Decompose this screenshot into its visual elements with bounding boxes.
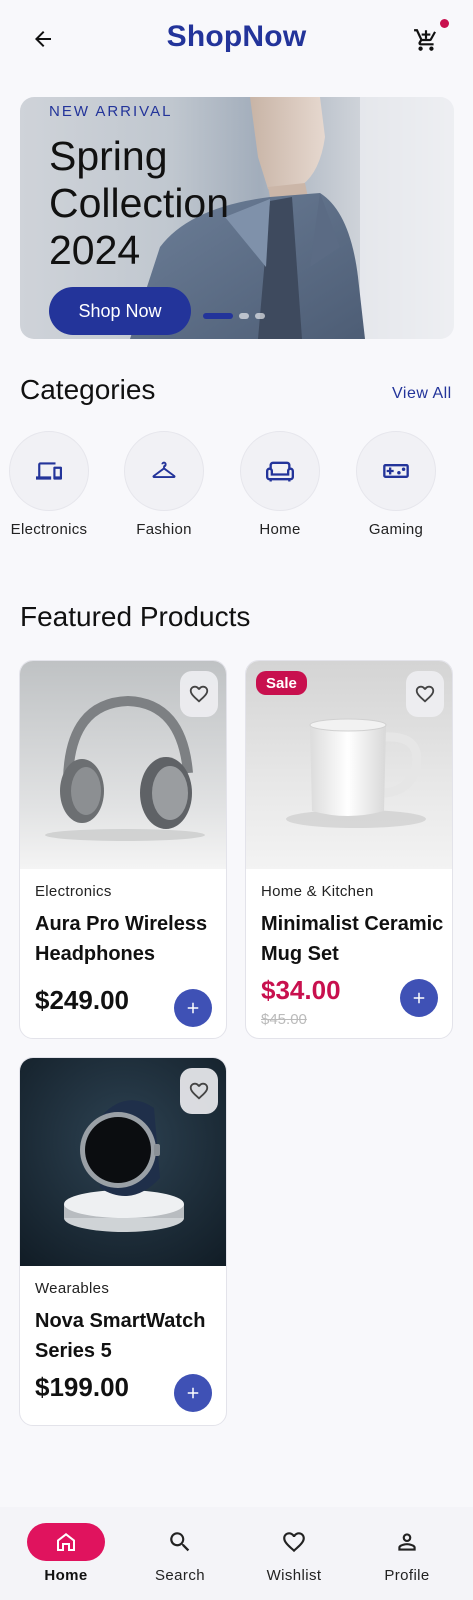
hanger-icon xyxy=(152,461,176,478)
back-button[interactable] xyxy=(28,24,58,54)
heart-outline-icon xyxy=(189,685,209,703)
nav-label: Home xyxy=(44,1567,88,1584)
hero-banner[interactable]: NEW ARRIVAL Spring Collection 2024 Shop … xyxy=(20,97,454,339)
plus-icon xyxy=(187,1002,199,1014)
nav-label: Search xyxy=(155,1567,205,1584)
category-icon-circle xyxy=(124,431,204,511)
category-home[interactable]: Home xyxy=(222,431,338,538)
nav-profile[interactable]: Profile xyxy=(348,1523,466,1584)
nav-search[interactable]: Search xyxy=(121,1523,239,1584)
cart-button[interactable] xyxy=(410,24,442,56)
cart-notification-dot xyxy=(440,19,449,28)
devices-icon xyxy=(36,462,62,480)
bottom-navigation: Home Search Wishlist Profile xyxy=(0,1507,473,1600)
sofa-icon xyxy=(266,461,294,482)
view-all-link[interactable]: View All xyxy=(392,385,452,403)
product-original-price: $45.00 xyxy=(261,1011,307,1028)
carousel-dot[interactable] xyxy=(239,313,249,319)
add-to-cart-button[interactable] xyxy=(174,1374,212,1412)
category-label: Gaming xyxy=(368,521,424,538)
add-to-cart-button[interactable] xyxy=(400,979,438,1017)
category-electronics[interactable]: Electronics xyxy=(0,431,107,538)
product-name: Aura Pro Wireless Headphones xyxy=(35,913,208,965)
category-label: Home xyxy=(259,521,301,538)
featured-products-heading: Featured Products xyxy=(20,601,251,632)
gamepad-icon xyxy=(383,464,409,478)
category-icon-circle xyxy=(9,431,89,511)
product-category: Home & Kitchen xyxy=(261,883,374,900)
category-icon-circle xyxy=(240,431,320,511)
plus-icon xyxy=(413,992,425,1004)
heart-outline-icon xyxy=(189,1082,209,1100)
nav-icon-pill xyxy=(27,1523,105,1561)
arrow-left-icon xyxy=(35,31,51,47)
search-icon xyxy=(170,1532,190,1552)
nav-icon-pill xyxy=(368,1523,446,1561)
category-gaming[interactable]: Gaming xyxy=(338,431,454,538)
product-card-headphones[interactable]: Electronics Aura Pro Wireless Headphones… xyxy=(19,660,227,1039)
nav-wishlist[interactable]: Wishlist xyxy=(235,1523,353,1584)
person-icon xyxy=(398,1533,416,1551)
carousel-indicator xyxy=(203,313,265,319)
hero-eyebrow: NEW ARRIVAL xyxy=(49,103,173,120)
hero-title: Spring Collection 2024 xyxy=(49,133,230,273)
carousel-dot-active[interactable] xyxy=(203,313,233,319)
top-bar: ShopNow xyxy=(0,0,473,80)
product-price: $199.00 xyxy=(35,1372,129,1402)
nav-home[interactable]: Home xyxy=(7,1523,125,1584)
favorite-button[interactable] xyxy=(406,671,444,717)
category-label: Fashion xyxy=(136,521,192,538)
nav-label: Wishlist xyxy=(266,1567,322,1584)
category-label: Electronics xyxy=(10,521,88,538)
favorite-button[interactable] xyxy=(180,1068,218,1114)
nav-icon-pill xyxy=(255,1523,333,1561)
product-price: $249.00 xyxy=(35,985,129,1015)
heart-outline-icon xyxy=(415,685,435,703)
product-category: Electronics xyxy=(35,883,112,900)
category-icon-circle xyxy=(356,431,436,511)
nav-icon-pill xyxy=(141,1523,219,1561)
add-to-cart-button[interactable] xyxy=(174,989,212,1027)
shop-now-button[interactable]: Shop Now xyxy=(49,287,191,335)
categories-heading: Categories xyxy=(20,374,156,405)
cart-icon xyxy=(414,29,436,51)
product-card-smartwatch[interactable]: Wearables Nova SmartWatch Series 5 $199.… xyxy=(19,1057,227,1426)
plus-icon xyxy=(187,1387,199,1399)
favorite-button[interactable] xyxy=(180,671,218,717)
product-card-mug-set[interactable]: Sale Home & Kitchen Minimalist Ceramic M… xyxy=(245,660,453,1039)
nav-label: Profile xyxy=(384,1567,430,1584)
home-icon xyxy=(57,1533,75,1551)
product-sale-price: $34.00 xyxy=(261,975,341,1005)
category-fashion[interactable]: Fashion xyxy=(106,431,222,538)
carousel-dot[interactable] xyxy=(255,313,265,319)
app-title: ShopNow xyxy=(166,20,307,53)
product-category: Wearables xyxy=(35,1280,110,1297)
product-name: Minimalist Ceramic Mug Set xyxy=(261,913,444,965)
product-name: Nova SmartWatch Series 5 xyxy=(35,1310,206,1362)
heart-icon xyxy=(283,1532,305,1553)
sale-badge: Sale xyxy=(256,671,307,695)
